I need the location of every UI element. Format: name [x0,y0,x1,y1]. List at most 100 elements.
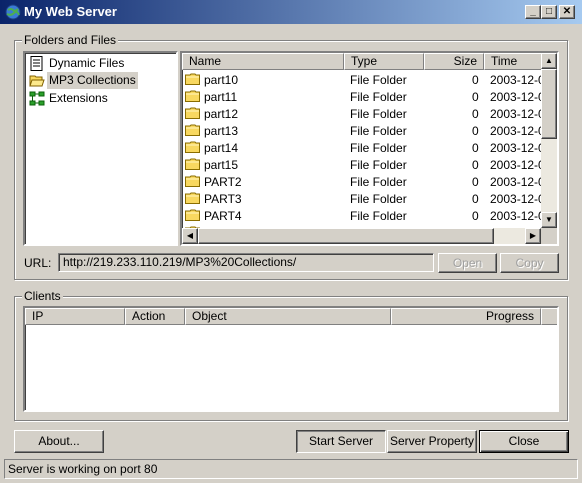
file-time: 2003-12-06 [490,192,541,206]
file-name: part10 [204,73,239,87]
scroll-down-button[interactable]: ▼ [541,212,557,228]
server-property-button[interactable]: Server Property [387,430,477,453]
file-time: 2003-12-07 [490,158,541,172]
file-time: 2003-12-07 [490,141,541,155]
tree-item-label: MP3 Collections [47,72,138,89]
open-button[interactable]: Open [438,253,497,273]
clients-label: Clients [22,289,63,303]
file-type: File Folder [350,73,407,87]
title-bar[interactable]: My Web Server _ □ ✕ [0,0,582,24]
tree-item-dynamic-files[interactable]: Dynamic Files [29,55,179,72]
file-size: 0 [472,175,479,189]
close-button[interactable]: Close [479,430,569,453]
file-type: File Folder [350,158,407,172]
folder-icon [185,141,200,153]
start-server-button[interactable]: Start Server [296,430,386,453]
file-name: part12 [204,107,239,121]
table-row[interactable]: PART2 File Folder 0 2003-12-06 [182,173,541,190]
document-icon [30,56,43,71]
file-name: PART3 [204,192,242,206]
about-button[interactable]: About... [14,430,104,453]
network-icon [29,91,45,106]
file-name: part13 [204,124,239,138]
file-type: File Folder [350,124,407,138]
file-size: 0 [472,124,479,138]
folder-tree[interactable]: Dynamic Files MP3 Collections Extensions [23,51,178,246]
tree-item-extensions[interactable]: Extensions [29,90,179,107]
table-row[interactable]: PART4 File Folder 0 2003-12-07 [182,207,541,224]
folder-icon [185,73,200,85]
column-header-name[interactable]: Name [182,53,344,70]
status-bar: Server is working on port 80 [4,459,578,479]
tree-item-label: Extensions [49,91,108,105]
file-time: 2003-12-07 [490,209,541,223]
file-size: 0 [472,141,479,155]
file-size: 0 [472,107,479,121]
table-row[interactable]: part11 File Folder 0 2003-12-07 [182,88,541,105]
file-type: File Folder [350,209,407,223]
file-type: File Folder [350,141,407,155]
column-header-time[interactable]: Time [484,53,542,70]
file-type: File Folder [350,175,407,189]
file-type: File Folder [350,192,407,206]
folder-icon [185,209,200,221]
minimize-button[interactable]: _ [525,5,541,19]
column-header-action[interactable]: Action [125,308,185,325]
window-title: My Web Server [24,4,117,19]
tree-item-mp3-collections[interactable]: MP3 Collections [29,72,179,89]
vertical-scroll-thumb[interactable] [541,69,557,139]
column-header-progress[interactable]: Progress [391,308,541,325]
scroll-right-button[interactable]: ▶ [525,228,541,244]
maximize-button[interactable]: □ [541,5,557,19]
table-row[interactable]: part10 File Folder 0 2003-12-07 [182,71,541,88]
file-name: part14 [204,141,239,155]
table-row[interactable]: part13 File Folder 0 2003-12-07 [182,122,541,139]
table-row[interactable]: part14 File Folder 0 2003-12-07 [182,139,541,156]
folder-icon [185,107,200,119]
horizontal-scroll-thumb[interactable] [198,228,494,244]
table-row[interactable]: part12 File Folder 0 2003-12-07 [182,105,541,122]
folder-icon [185,90,200,102]
file-type: File Folder [350,107,407,121]
file-name: PART4 [204,209,242,223]
url-field[interactable]: http://219.233.110.219/MP3%20Collections… [58,253,434,272]
column-header-ip[interactable]: IP [25,308,125,325]
column-header-type[interactable]: Type [344,53,424,70]
clients-list[interactable]: IP Action Object Progress [23,306,559,412]
open-folder-icon [29,75,45,87]
globe-icon [5,4,21,20]
copy-button[interactable]: Copy [500,253,559,273]
column-header-size[interactable]: Size [424,53,484,70]
file-rows: part10 File Folder 0 2003-12-07 part11 File F… [182,71,541,229]
folder-icon [185,192,200,204]
file-name: part15 [204,158,239,172]
close-window-button[interactable]: ✕ [559,5,575,19]
file-size: 0 [472,209,479,223]
folder-icon [185,175,200,187]
scroll-up-button[interactable]: ▲ [541,53,557,69]
column-header-filler [541,308,557,325]
file-time: 2003-12-07 [490,124,541,138]
url-label: URL: [24,256,52,270]
file-size: 0 [472,73,479,87]
file-size: 0 [472,90,479,104]
file-name: PART2 [204,175,242,189]
file-name: part11 [204,90,238,104]
table-row[interactable]: PART3 File Folder 0 2003-12-06 [182,190,541,207]
file-size: 0 [472,158,479,172]
file-type: File Folder [350,90,407,104]
file-time: 2003-12-07 [490,73,541,87]
column-header-object[interactable]: Object [185,308,391,325]
file-time: 2003-12-07 [490,90,541,104]
file-list[interactable]: Name Type Size Time part10 File Folder 0 20… [180,51,559,246]
file-size: 0 [472,192,479,206]
scroll-left-button[interactable]: ◀ [182,228,198,244]
tree-item-label: Dynamic Files [49,56,125,70]
table-row[interactable]: part15 File Folder 0 2003-12-07 [182,156,541,173]
folder-icon [185,158,200,170]
file-time: 2003-12-07 [490,107,541,121]
scrollbar-corner [541,228,557,244]
folder-icon [185,124,200,136]
file-time: 2003-12-06 [490,175,541,189]
folders-files-label: Folders and Files [22,33,119,47]
